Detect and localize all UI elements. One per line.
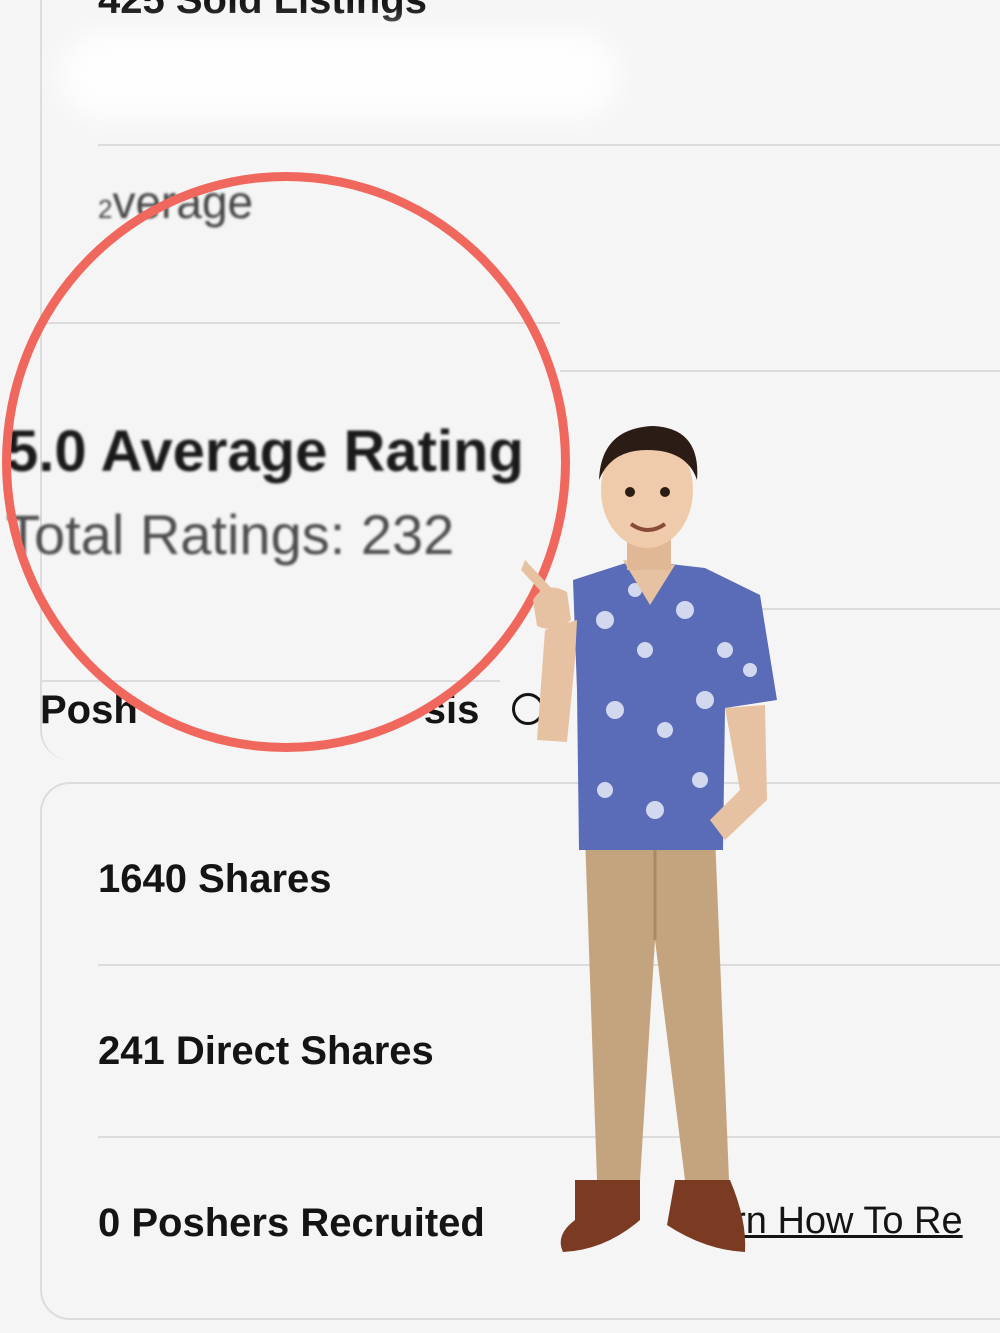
poshers-recruited-stat: 0 Poshers Recruited xyxy=(98,1201,485,1245)
average-prefix: 2 xyxy=(98,194,113,224)
divider xyxy=(560,370,1000,372)
blurred-region xyxy=(60,30,620,120)
sold-listings-stat: 425 Sold Listings xyxy=(98,0,427,22)
cartoon-person-image xyxy=(521,426,777,1252)
shares-stat: 1640 Shares xyxy=(98,857,332,901)
direct-shares-stat: 241 Direct Shares xyxy=(98,1029,434,1073)
highlight-circle xyxy=(2,172,570,752)
divider xyxy=(98,144,1000,146)
